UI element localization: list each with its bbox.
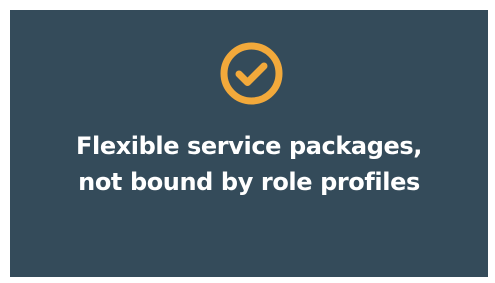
- feature-card: Flexible service packages, not bound by …: [10, 10, 488, 277]
- check-circle-icon: [220, 42, 283, 105]
- headline: Flexible service packages, not bound by …: [10, 128, 488, 200]
- headline-line-2: not bound by role profiles: [78, 168, 420, 196]
- headline-line-1: Flexible service packages,: [76, 132, 422, 160]
